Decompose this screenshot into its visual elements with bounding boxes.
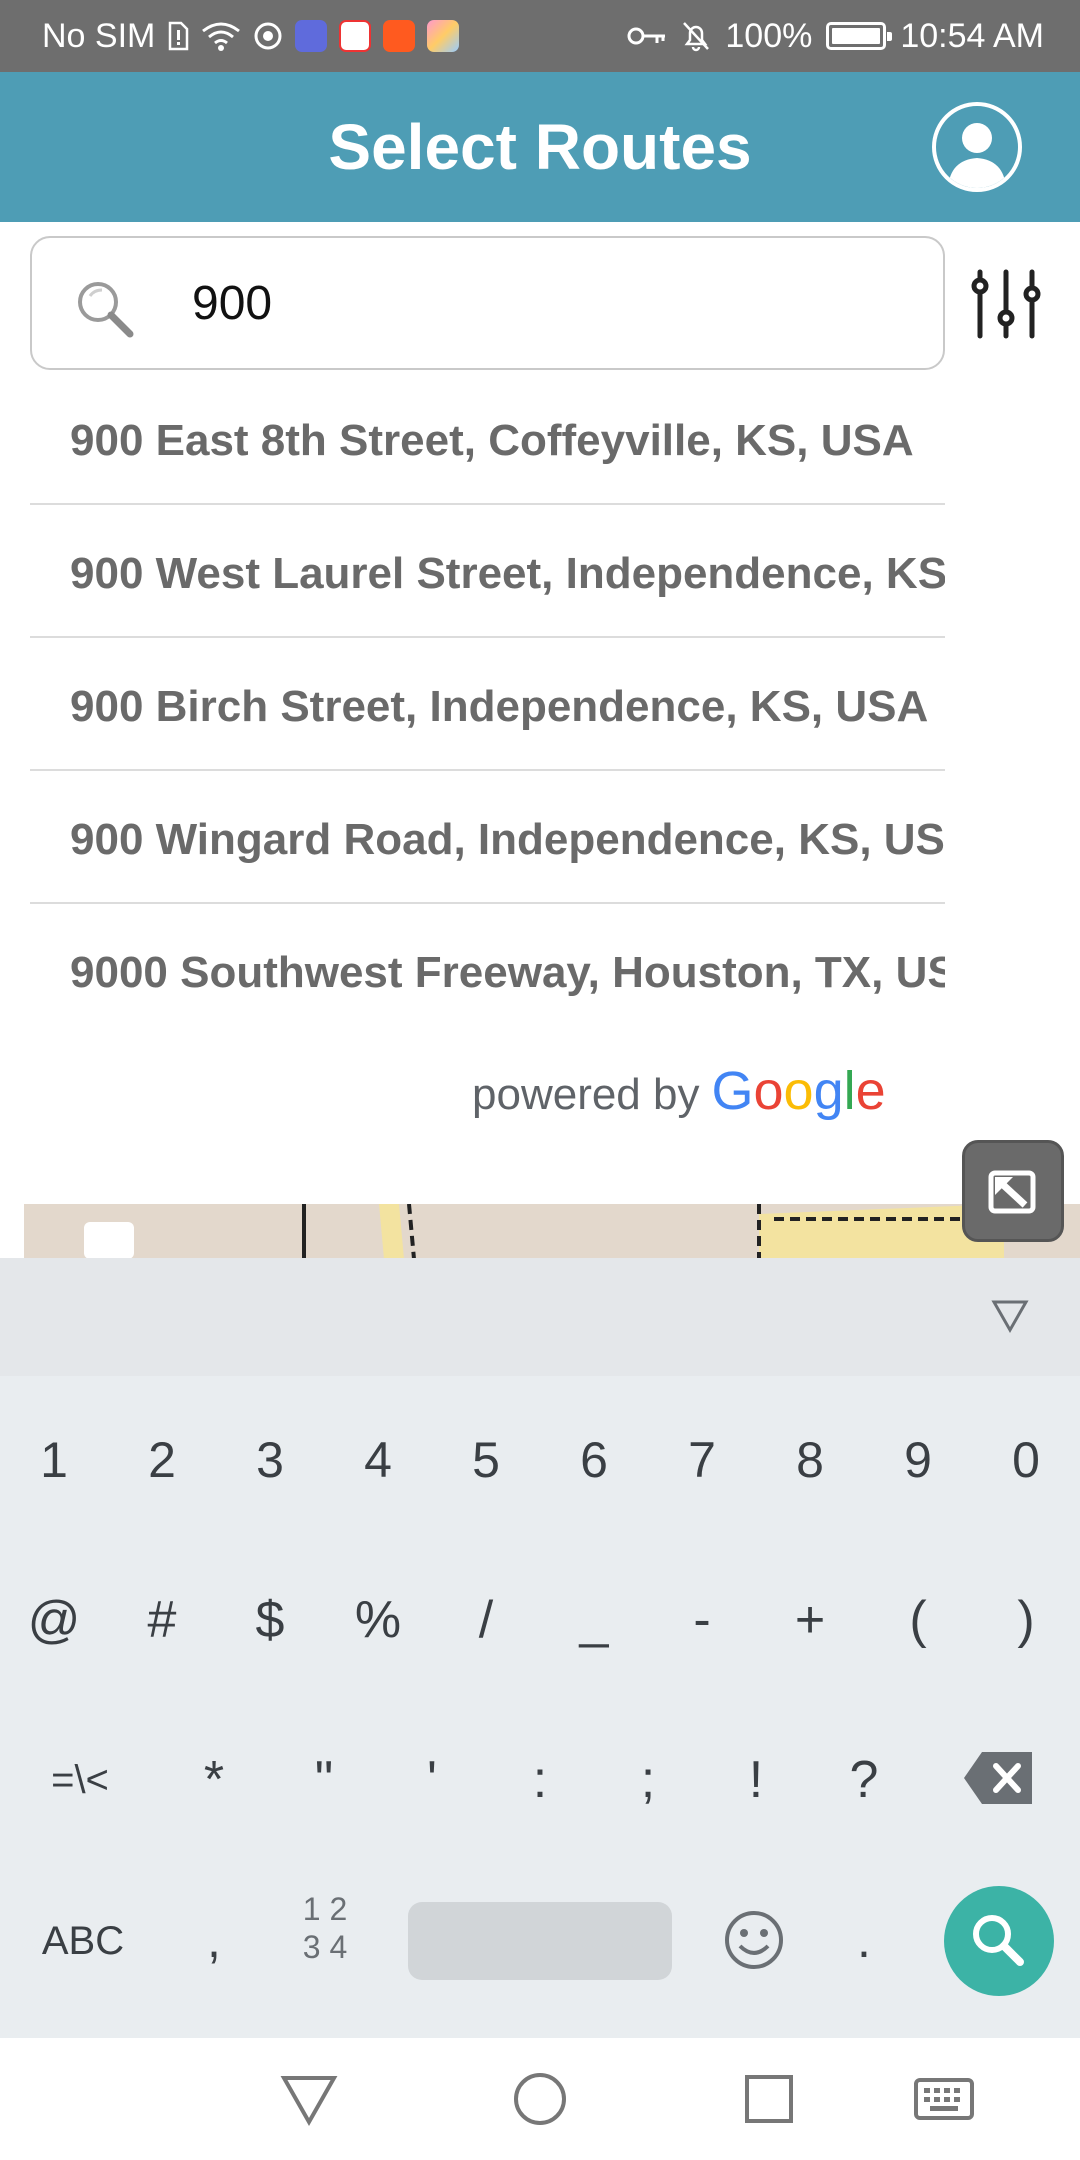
backspace-key[interactable] — [962, 1750, 1036, 1806]
search-box[interactable] — [30, 236, 945, 370]
emoji-key[interactable] — [722, 1908, 786, 1972]
user-avatar-icon[interactable] — [932, 102, 1022, 192]
key-at[interactable]: @ — [0, 1545, 108, 1695]
clock: 10:54 AM — [900, 16, 1044, 55]
key-comma[interactable]: , — [160, 1865, 268, 2015]
key-hash[interactable]: # — [108, 1545, 216, 1695]
key-more-symbols[interactable]: =\< — [20, 1705, 140, 1855]
suggestion-list: 900 East 8th Street, Coffeyville, KS, US… — [30, 372, 945, 1037]
back-nav-icon[interactable] — [278, 2068, 340, 2130]
page-title: Select Routes — [328, 111, 752, 183]
battery-percent: 100% — [725, 16, 813, 55]
key-exclamation[interactable]: ! — [702, 1705, 810, 1855]
abc-key[interactable]: ABC — [18, 1902, 148, 1980]
filter-sliders-icon[interactable] — [968, 268, 1044, 340]
suggestion-item[interactable]: 9000 Southwest Freeway, Houston, TX, USA — [30, 904, 945, 1037]
key-plus[interactable]: + — [756, 1545, 864, 1695]
key-0[interactable]: 0 — [972, 1385, 1080, 1535]
key-percent[interactable]: % — [324, 1545, 432, 1695]
collapse-keyboard-icon[interactable] — [990, 1296, 1030, 1336]
key-open-paren[interactable]: ( — [864, 1545, 972, 1695]
keyboard-toolbar — [0, 1258, 1080, 1376]
key-6[interactable]: 6 — [540, 1385, 648, 1535]
suggestion-item[interactable]: 900 Birch Street, Independence, KS, USA — [30, 638, 945, 771]
numpad-key[interactable]: 1 23 4 — [270, 1890, 380, 1990]
key-question[interactable]: ? — [810, 1705, 918, 1855]
key-8[interactable]: 8 — [756, 1385, 864, 1535]
key-single-quote[interactable]: ' — [378, 1705, 486, 1855]
key-icon — [627, 27, 666, 45]
key-minus[interactable]: - — [648, 1545, 756, 1695]
key-double-quote[interactable]: " — [270, 1705, 378, 1855]
key-2[interactable]: 2 — [108, 1385, 216, 1535]
key-close-paren[interactable]: ) — [972, 1545, 1080, 1695]
key-9[interactable]: 9 — [864, 1385, 972, 1535]
powered-by-google: powered by Google — [472, 1060, 886, 1122]
key-3[interactable]: 3 — [216, 1385, 324, 1535]
expand-arrow-icon — [988, 1170, 1036, 1214]
music-app-icon — [295, 20, 328, 52]
status-bar: No SIM 100% 10:54 AM — [0, 0, 1080, 72]
key-1[interactable]: 1 — [0, 1385, 108, 1535]
photos-app-icon — [427, 20, 460, 52]
suggestion-item[interactable]: 900 Wingard Road, Independence, KS, USA — [30, 771, 945, 904]
keyboard-search-button[interactable] — [944, 1886, 1054, 1996]
key-dollar[interactable]: $ — [216, 1545, 324, 1695]
video-app-icon — [383, 20, 416, 52]
expand-map-button[interactable] — [962, 1140, 1064, 1242]
key-asterisk[interactable]: * — [160, 1705, 268, 1855]
map-view[interactable] — [24, 1204, 1080, 1259]
du-app-icon — [339, 20, 372, 52]
suggestion-item[interactable]: 900 West Laurel Street, Independence, KS… — [30, 505, 945, 638]
key-4[interactable]: 4 — [324, 1385, 432, 1535]
key-underscore[interactable]: _ — [540, 1545, 648, 1695]
search-icon — [973, 1915, 1024, 1966]
battery-icon — [826, 22, 893, 50]
carrier-label: No SIM — [42, 16, 156, 55]
settings-badge-icon — [254, 22, 282, 50]
key-5[interactable]: 5 — [432, 1385, 540, 1535]
suggestion-item[interactable]: 900 East 8th Street, Coffeyville, KS, US… — [30, 372, 945, 505]
home-nav-icon[interactable] — [509, 2068, 571, 2130]
search-input[interactable] — [192, 238, 932, 368]
space-bar[interactable] — [408, 1902, 672, 1980]
keyboard-switch-icon[interactable] — [912, 2068, 976, 2130]
key-slash[interactable]: / — [432, 1545, 540, 1695]
key-semicolon[interactable]: ; — [594, 1705, 702, 1855]
sim-alert-icon — [169, 21, 189, 51]
google-logo: Google — [711, 1061, 886, 1121]
key-period[interactable]: . — [810, 1865, 918, 2015]
wifi-icon — [202, 22, 241, 51]
key-7[interactable]: 7 — [648, 1385, 756, 1535]
bell-off-icon — [683, 22, 710, 52]
key-colon[interactable]: : — [486, 1705, 594, 1855]
app-header: Select Routes — [0, 72, 1080, 222]
recents-nav-icon[interactable] — [738, 2068, 800, 2130]
attribution-prefix: powered by — [472, 1070, 700, 1119]
system-nav-bar — [0, 2038, 1080, 2160]
search-icon — [78, 282, 134, 338]
